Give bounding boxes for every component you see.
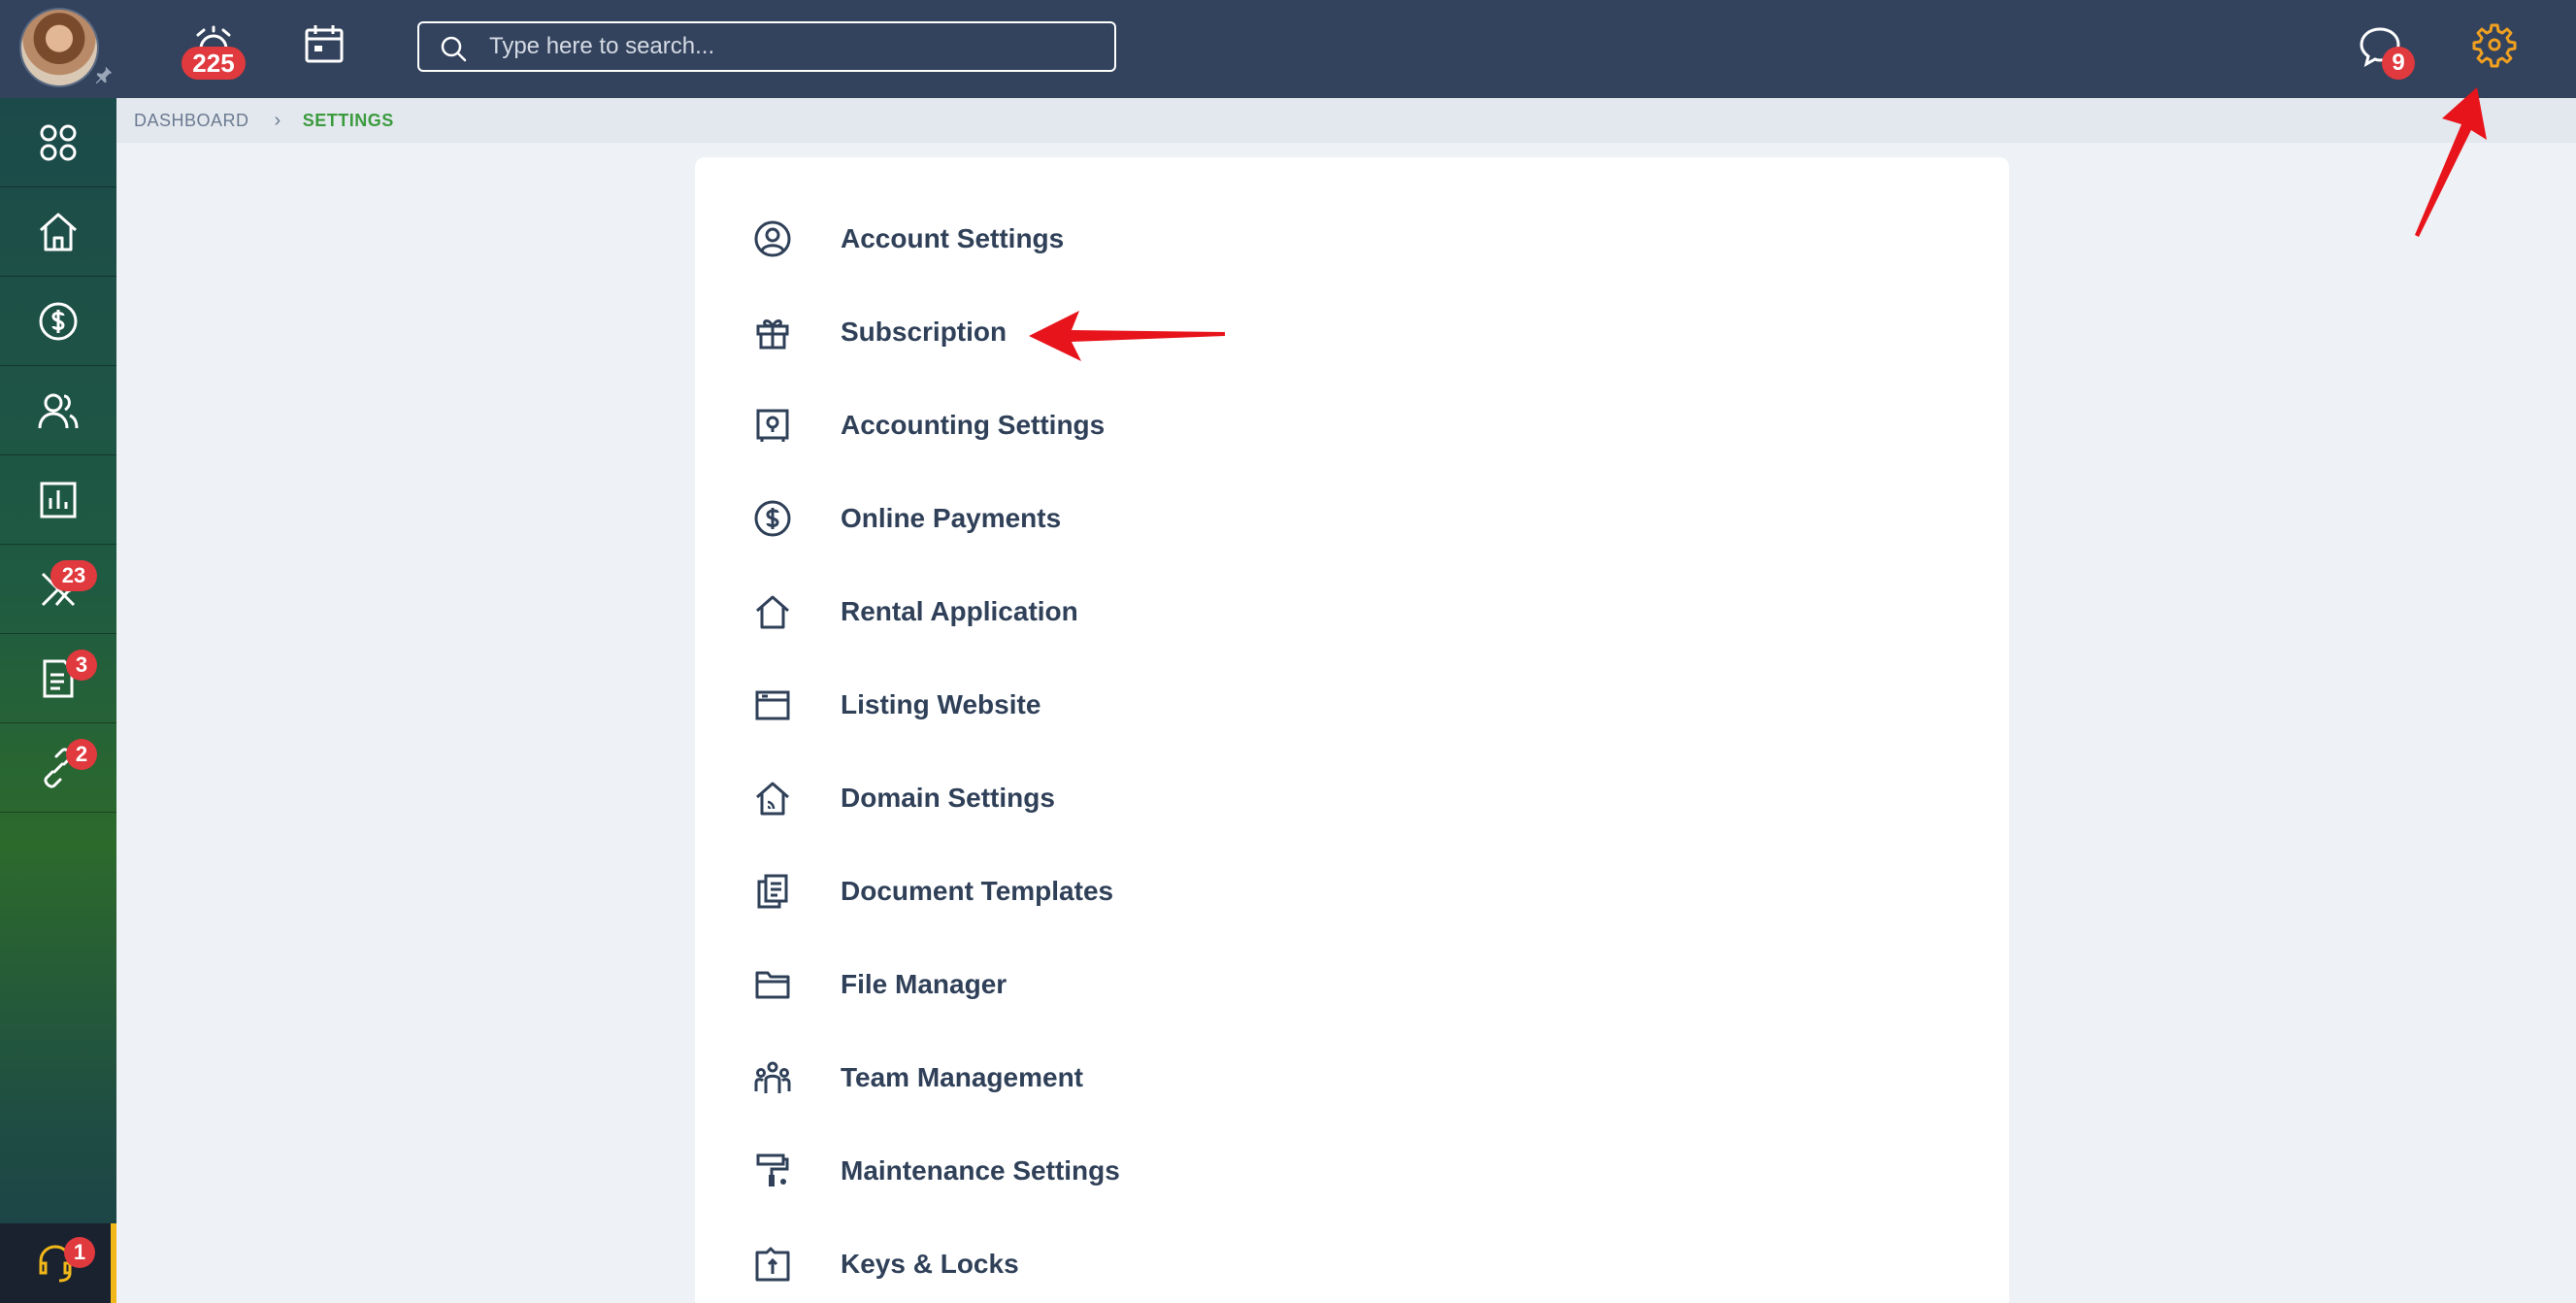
people-icon: [38, 393, 79, 428]
settings-item-label: Online Payments: [841, 503, 1062, 533]
search-input[interactable]: [489, 29, 1091, 64]
annotation-arrow-left: [1029, 311, 1225, 361]
settings-item-label: Subscription: [841, 317, 1007, 347]
safe-icon: [756, 409, 789, 442]
sidebar-item-apps[interactable]: [0, 98, 116, 187]
settings-item-online-payments[interactable]: Online Payments: [753, 487, 1336, 550]
annotation-arrow-up: [2415, 87, 2487, 237]
settings-item-keys-locks[interactable]: Keys & Locks: [753, 1233, 1336, 1295]
chart-icon: [40, 482, 77, 518]
settings-item-label: Keys & Locks: [841, 1249, 1019, 1279]
paint-roller-icon: [756, 1153, 789, 1186]
folder-icon: [755, 971, 790, 999]
documents-icon: [757, 874, 788, 909]
settings-item-maintenance-settings[interactable]: Maintenance Settings: [753, 1140, 1336, 1202]
sidebar-item-accounting[interactable]: [0, 277, 116, 366]
search-box[interactable]: [417, 21, 1116, 72]
settings-item-account[interactable]: Account Settings: [753, 208, 1336, 270]
settings-item-team-management[interactable]: Team Management: [753, 1047, 1336, 1109]
breadcrumb-dashboard[interactable]: DASHBOARD: [134, 111, 249, 131]
sidebar-item-documents[interactable]: 3: [0, 634, 116, 723]
documents-badge: 3: [66, 650, 97, 681]
sidebar-item-maintenance[interactable]: 23: [0, 545, 116, 634]
user-avatar[interactable]: [19, 8, 99, 87]
settings-item-label: Listing Website: [841, 689, 1041, 719]
home-signal-icon: [756, 782, 789, 816]
breadcrumb-settings: SETTINGS: [302, 110, 394, 130]
gear-icon[interactable]: [2471, 21, 2518, 68]
sidebar: 23 3 2: [0, 98, 116, 1303]
settings-item-label: File Manager: [841, 969, 1007, 999]
breadcrumb: DASHBOARD › SETTINGS: [116, 98, 2576, 143]
maintenance-badge: 23: [50, 560, 97, 591]
settings-panel: Account Settings Subscription Accounting…: [695, 157, 2009, 1303]
settings-item-file-manager[interactable]: File Manager: [753, 953, 1336, 1016]
settings-item-label: Accounting Settings: [841, 410, 1106, 440]
chevron-right-icon: ›: [274, 109, 281, 131]
settings-item-rental-application[interactable]: Rental Application: [753, 581, 1336, 643]
team-icon: [754, 1061, 791, 1093]
settings-item-label: Rental Application: [841, 596, 1078, 626]
settings-item-listing-website[interactable]: Listing Website: [753, 674, 1336, 736]
dollar-circle-icon: [754, 500, 791, 537]
support-badge: 1: [64, 1237, 95, 1268]
settings-item-label: Document Templates: [841, 876, 1114, 906]
sidebar-item-reports[interactable]: [0, 455, 116, 545]
user-circle-icon: [754, 220, 791, 257]
alerts-badge: 225: [182, 47, 246, 80]
pin-icon: [95, 66, 113, 84]
home-icon: [756, 595, 789, 629]
search-icon: [441, 36, 467, 62]
settings-item-label: Maintenance Settings: [841, 1155, 1120, 1186]
dollar-circle-icon: [39, 302, 78, 340]
messages-badge: 9: [2382, 47, 2415, 80]
top-bar: 225 9: [0, 0, 2576, 98]
sidebar-item-people[interactable]: [0, 366, 116, 455]
settings-item-accounting[interactable]: Accounting Settings: [753, 394, 1336, 456]
home-icon: [40, 213, 77, 251]
settings-item-label: Account Settings: [841, 223, 1065, 253]
settings-item-label: Domain Settings: [841, 783, 1055, 813]
calendar-icon[interactable]: [301, 21, 347, 68]
browser-window-icon: [755, 690, 790, 720]
settings-item-domain-settings[interactable]: Domain Settings: [753, 767, 1336, 829]
apps-grid-icon: [40, 124, 77, 160]
support-button[interactable]: 1: [0, 1223, 116, 1303]
settings-item-document-templates[interactable]: Document Templates: [753, 860, 1336, 922]
sidebar-item-links[interactable]: 2: [0, 723, 116, 813]
key-box-icon: [755, 1247, 790, 1282]
settings-item-label: Team Management: [841, 1062, 1083, 1092]
gift-icon: [756, 319, 789, 350]
links-badge: 2: [66, 739, 97, 770]
sidebar-item-home[interactable]: [0, 187, 116, 277]
